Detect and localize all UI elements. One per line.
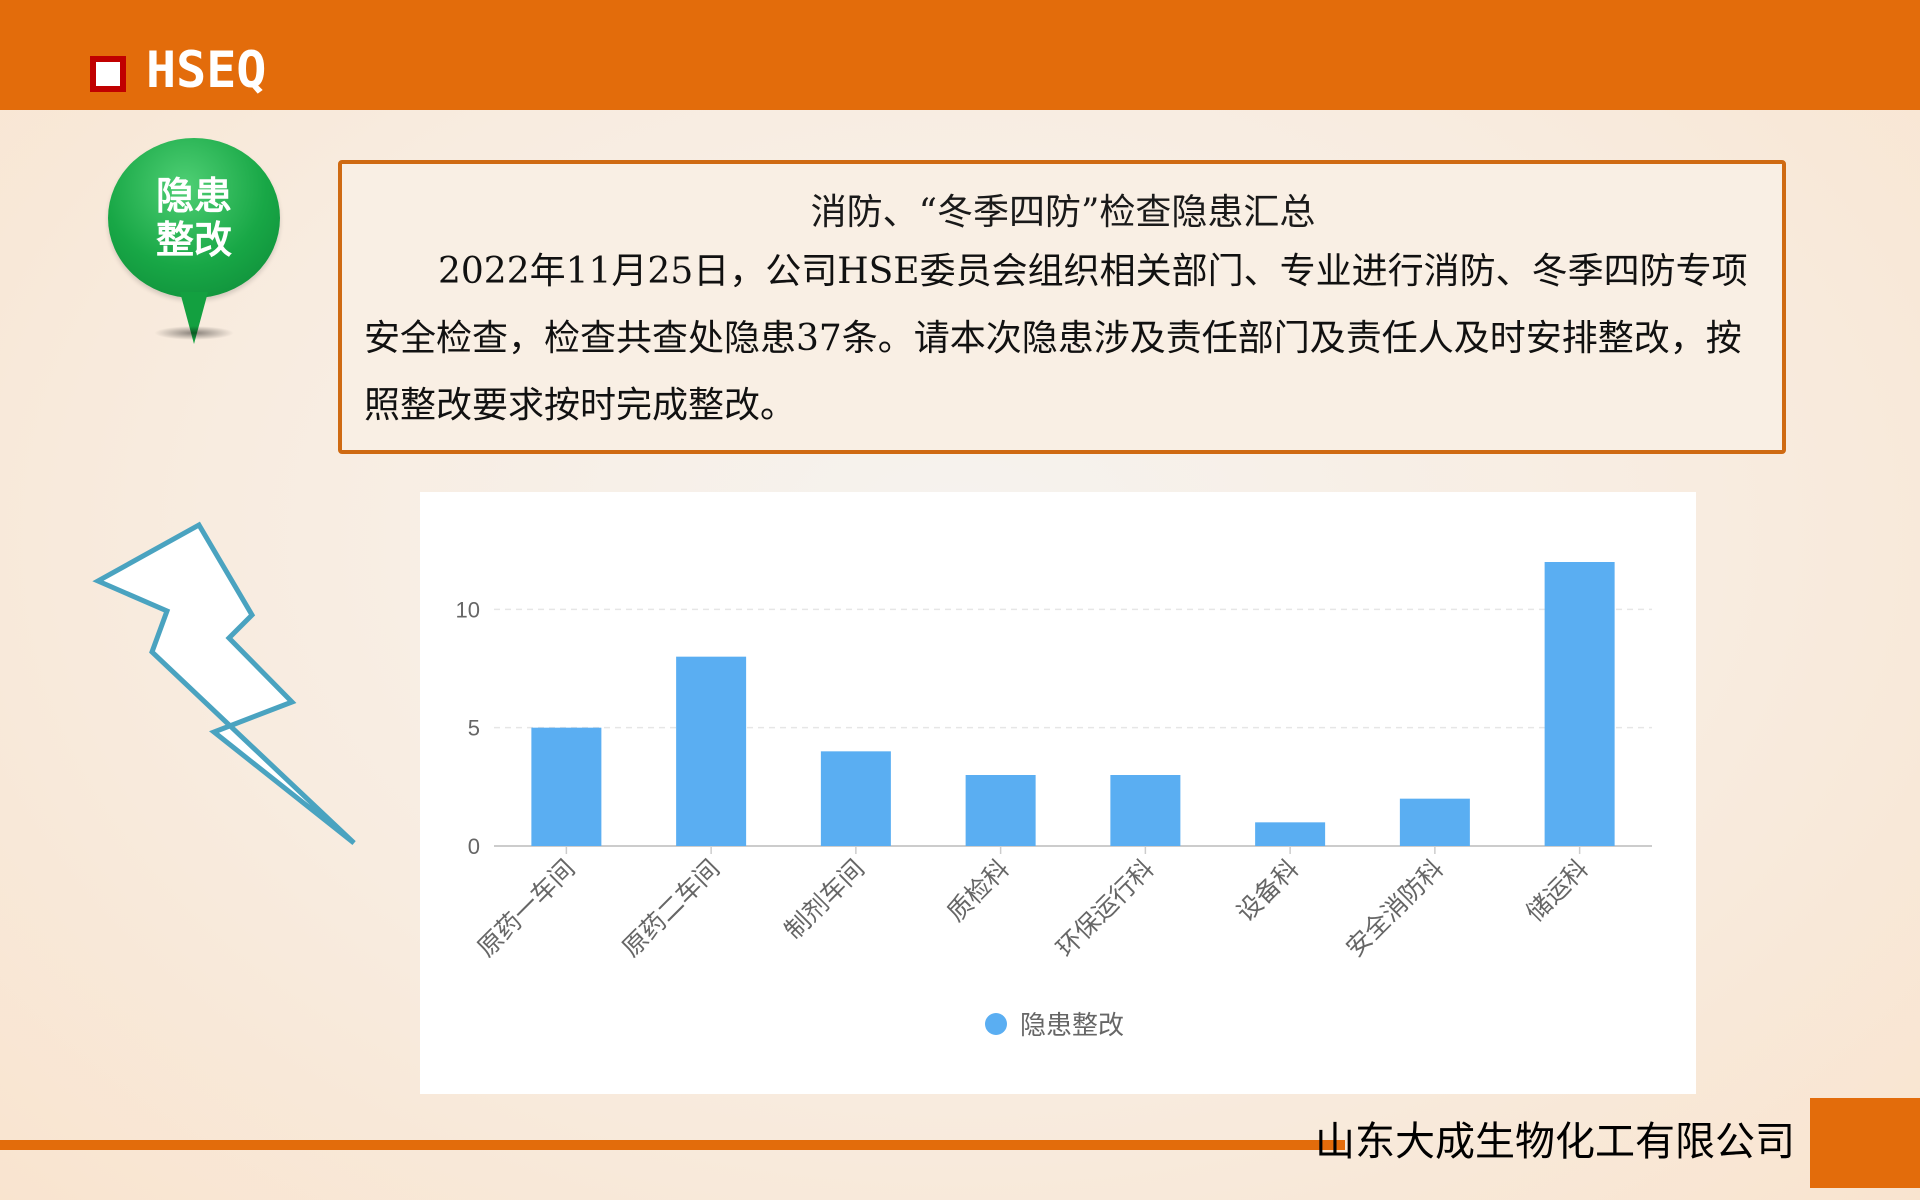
legend-marker [985,1013,1007,1035]
badge-bubble: 隐患整改 [108,138,280,298]
badge-shadow [154,326,234,340]
y-tick-label: 0 [468,834,480,859]
x-tick-label: 安全消防科 [1340,854,1449,963]
bar [965,775,1036,846]
header-bar [0,0,1920,110]
bar [820,751,891,846]
page-title: HSEQ [146,41,267,99]
x-tick-label: 原药二车间 [616,854,725,963]
lightning-bolt-icon [92,521,356,845]
bar [531,727,602,846]
x-tick-label: 原药一车间 [472,854,581,963]
badge-label: 隐患整改 [155,174,232,262]
footer-line [0,1140,1345,1150]
x-tick-label: 环保运行科 [1051,854,1160,963]
x-tick-label: 设备科 [1231,854,1305,928]
chart-canvas: 0 5 10 原药一车间 原药二车间 制剂车间 质检科 环保运行科 设备科 安全消防科 储运科隐患整… [456,562,1652,1041]
logo-square-icon [90,56,126,92]
bar [676,656,747,846]
company-name: 山东大成生物化工有限公司 [1315,1119,1795,1165]
legend-label: 隐患整改 [1020,1011,1124,1041]
bar [1399,798,1470,846]
x-tick-label: 储运科 [1520,854,1594,928]
y-tick-label: 5 [468,716,480,741]
y-tick-label: 10 [456,597,480,622]
bar [1255,822,1326,846]
bar-chart: 0 5 10 原药一车间 原药二车间 制剂车间 质检科 环保运行科 设备科 安全消防科 储运科隐患整… [420,492,1696,1094]
x-tick-label: 制剂车间 [779,854,870,945]
notice-box: 消防、“冬季四防”检查隐患汇总 2022年11月25日，公司HSE委员会组织相关… [338,160,1786,454]
bar [1110,775,1181,846]
bar [1544,562,1615,846]
footer-corner-block [1810,1098,1920,1188]
notice-title: 消防、“冬季四防”检查隐患汇总 [810,192,1316,233]
x-tick-label: 质检科 [941,854,1015,928]
notice-body: 2022年11月25日，公司HSE委员会组织相关部门、专业进行消防、冬季四防专项… [364,251,1748,426]
